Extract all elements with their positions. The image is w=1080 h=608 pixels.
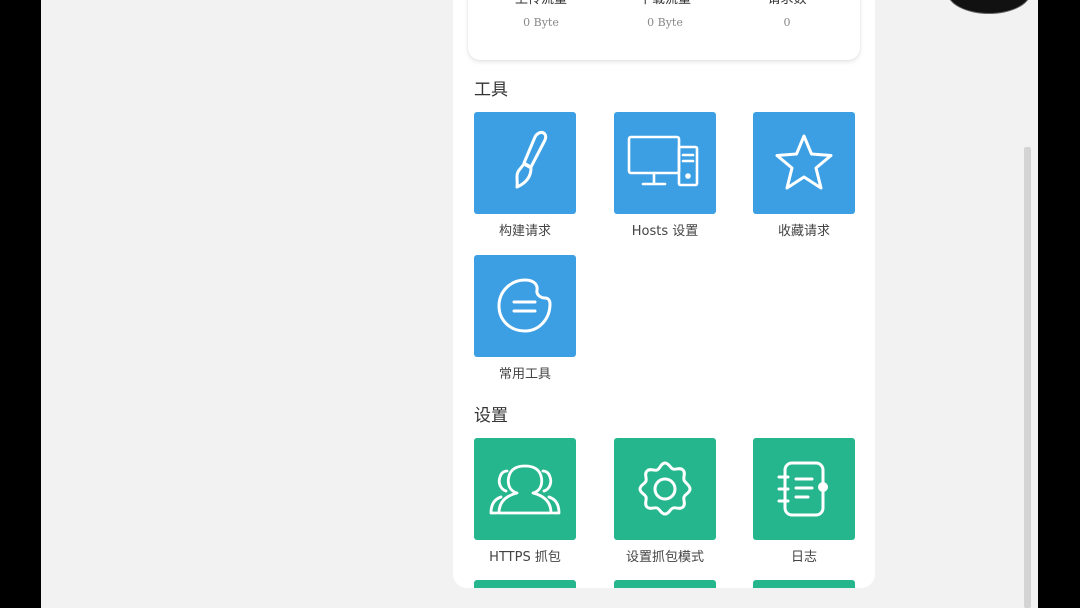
stat-value: 0 Byte — [647, 16, 683, 29]
tile-https-capture[interactable]: HTTPS 抓包 — [474, 438, 576, 565]
stat-label: 上传流量 — [476, 0, 606, 8]
tile-label: 常用工具 — [498, 367, 551, 382]
tile-icon-box[interactable] — [614, 112, 716, 214]
tile-label: Hosts 设置 — [631, 224, 699, 239]
stat-download: 下载流量 0 Byte — [600, 0, 730, 29]
tile-icon-box[interactable] — [753, 438, 855, 540]
avatar[interactable] — [947, 0, 1031, 14]
tile-icon-box[interactable] — [753, 112, 855, 214]
stat-value: 0 Byte — [523, 16, 559, 29]
notebook-icon — [777, 461, 828, 517]
tile-partial[interactable] — [474, 580, 576, 588]
stat-label: 下载流量 — [600, 0, 730, 8]
tile-partial[interactable] — [753, 580, 855, 588]
tile-label: 设置抓包模式 — [625, 550, 704, 565]
tile-capture-mode[interactable]: 设置抓包模式 — [614, 438, 716, 565]
desktop-computer-icon — [627, 135, 699, 187]
tools-section-title: 工具 — [474, 80, 508, 100]
stat-upload: 上传流量 0 Byte — [476, 0, 606, 29]
brush-icon — [515, 131, 548, 189]
tile-build-request[interactable]: 构建请求 — [474, 112, 576, 239]
scrollbar[interactable] — [1024, 147, 1031, 608]
tile-saved-requests[interactable]: 收藏请求 — [753, 112, 855, 239]
tile-icon-box[interactable] — [474, 255, 576, 357]
main-panel: 上传流量 0 Byte 下载流量 0 Byte 请求数 0 工具 构建请求 — [453, 0, 875, 588]
tile-icon-box[interactable] — [614, 438, 716, 540]
gear-icon — [638, 461, 692, 516]
stat-requests: 请求数 0 — [722, 0, 852, 29]
tile-hosts-settings[interactable]: Hosts 设置 — [614, 112, 716, 239]
tile-icon-box[interactable] — [474, 438, 576, 540]
tile-label: 日志 — [790, 550, 817, 565]
tile-label: HTTPS 抓包 — [489, 550, 561, 565]
tile-label: 构建请求 — [498, 224, 551, 239]
star-icon — [775, 134, 833, 190]
chat-bubble-icon — [497, 278, 552, 333]
tile-partial[interactable] — [614, 580, 716, 588]
tile-logs[interactable]: 日志 — [753, 438, 855, 565]
tile-label: 收藏请求 — [777, 224, 830, 239]
tile-common-tools[interactable]: 常用工具 — [474, 255, 576, 382]
stat-value: 0 — [783, 16, 791, 29]
traffic-stats-card: 上传流量 0 Byte 下载流量 0 Byte 请求数 0 — [468, 0, 860, 60]
users-icon — [489, 464, 561, 515]
app-screen: 上传流量 0 Byte 下载流量 0 Byte 请求数 0 工具 构建请求 — [41, 0, 1038, 608]
stat-label: 请求数 — [722, 0, 852, 8]
settings-section-title: 设置 — [474, 406, 508, 426]
tile-icon-box[interactable] — [474, 112, 576, 214]
